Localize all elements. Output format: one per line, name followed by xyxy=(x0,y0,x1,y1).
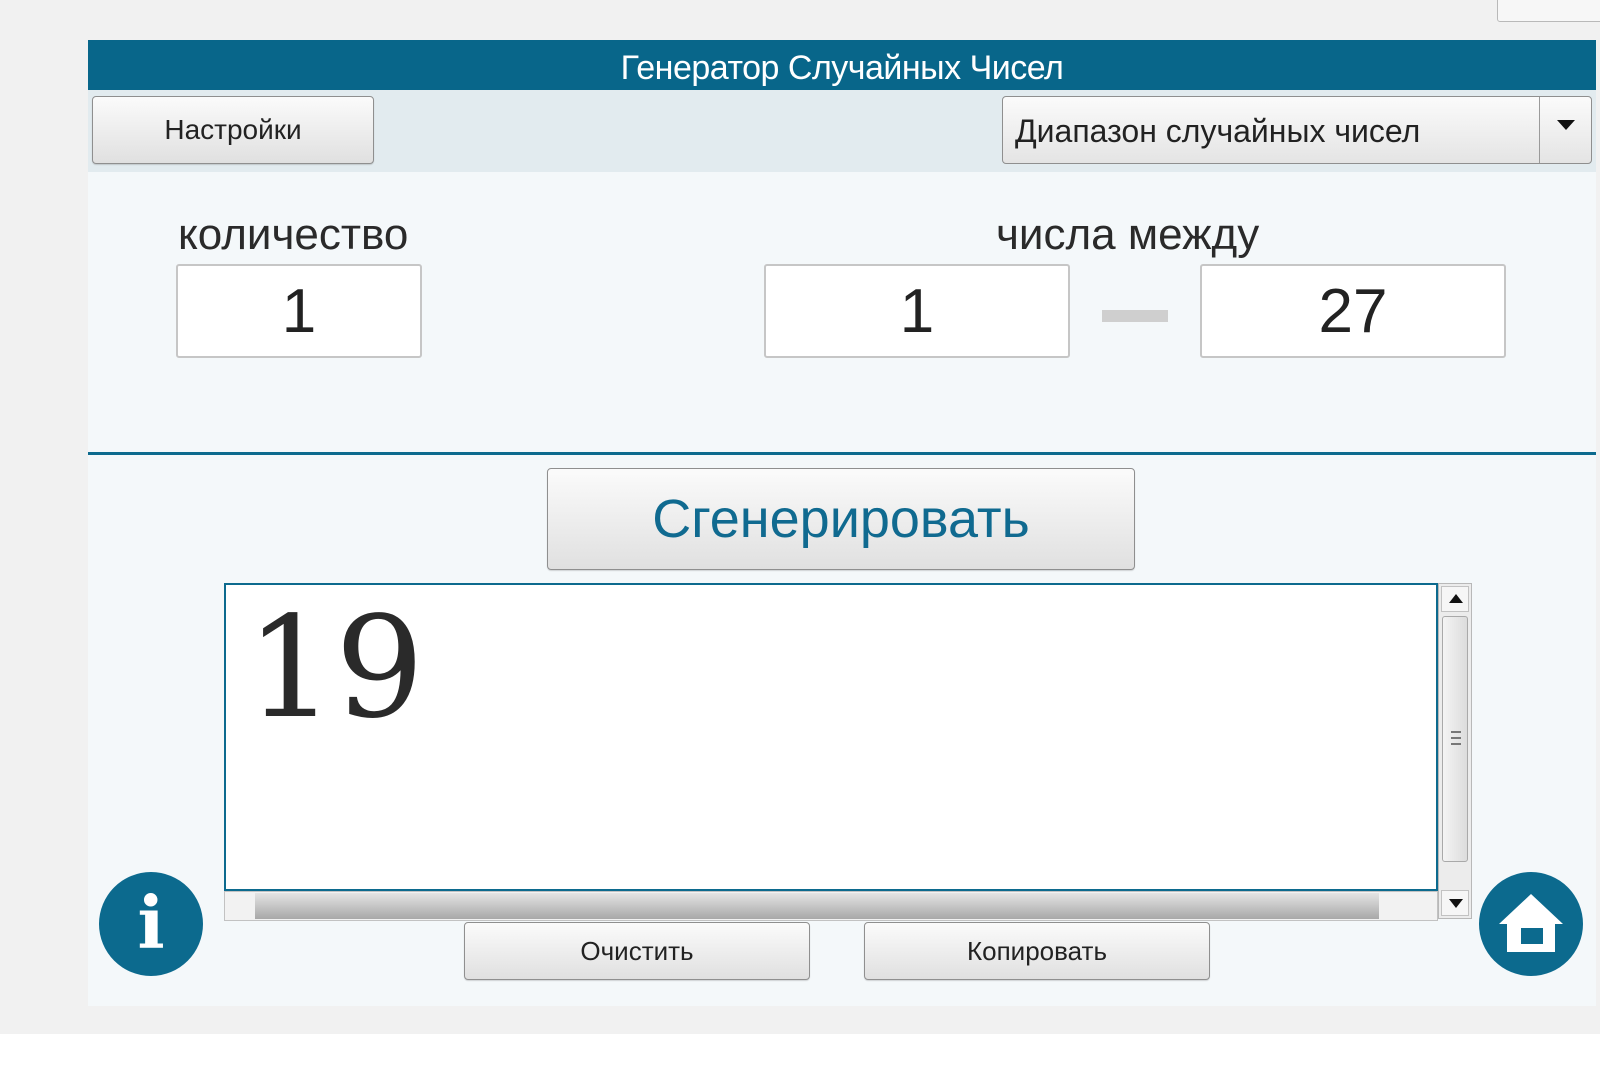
result-horizontal-scrollbar[interactable] xyxy=(224,891,1438,921)
count-label: количество xyxy=(178,210,409,259)
scroll-up-button[interactable] xyxy=(1441,586,1469,612)
section-divider xyxy=(88,452,1596,455)
settings-button[interactable]: Настройки xyxy=(92,96,374,164)
chevron-down-icon xyxy=(1557,120,1575,130)
horizontal-scroll-thumb[interactable] xyxy=(255,893,1379,919)
partial-window-control xyxy=(1497,0,1600,22)
result-output[interactable]: 19 xyxy=(224,583,1438,891)
page-footer-strip xyxy=(0,1034,1600,1066)
range-max-input[interactable] xyxy=(1200,264,1506,358)
arrow-up-icon xyxy=(1449,594,1463,603)
grip-icon xyxy=(1451,731,1461,745)
home-icon xyxy=(1499,894,1563,952)
arrow-down-icon xyxy=(1449,899,1463,908)
info-button[interactable]: i xyxy=(99,872,203,976)
count-input[interactable] xyxy=(176,264,422,358)
copy-button[interactable]: Копировать xyxy=(864,922,1210,980)
home-button[interactable] xyxy=(1479,872,1583,976)
clear-button[interactable]: Очистить xyxy=(464,922,810,980)
range-dash xyxy=(1102,310,1168,322)
result-vertical-scrollbar[interactable] xyxy=(1438,583,1472,919)
widget-title: Генератор Случайных Чисел xyxy=(88,40,1596,90)
widget-toolbar: Настройки Диапазон случайных чисел xyxy=(88,90,1596,172)
mode-select-toggle[interactable] xyxy=(1539,97,1591,163)
mode-select[interactable]: Диапазон случайных чисел xyxy=(1002,96,1592,164)
range-label: числа между xyxy=(996,210,1260,259)
result-value: 19 xyxy=(246,587,425,750)
scroll-down-button[interactable] xyxy=(1441,890,1469,916)
generate-button[interactable]: Сгенерировать xyxy=(547,468,1135,570)
range-min-input[interactable] xyxy=(764,264,1070,358)
mode-select-value: Диапазон случайных чисел xyxy=(1015,113,1421,149)
info-icon: i xyxy=(137,880,165,965)
scroll-thumb[interactable] xyxy=(1442,616,1468,862)
random-number-generator-widget: Генератор Случайных Чисел Настройки Диап… xyxy=(88,40,1596,1006)
